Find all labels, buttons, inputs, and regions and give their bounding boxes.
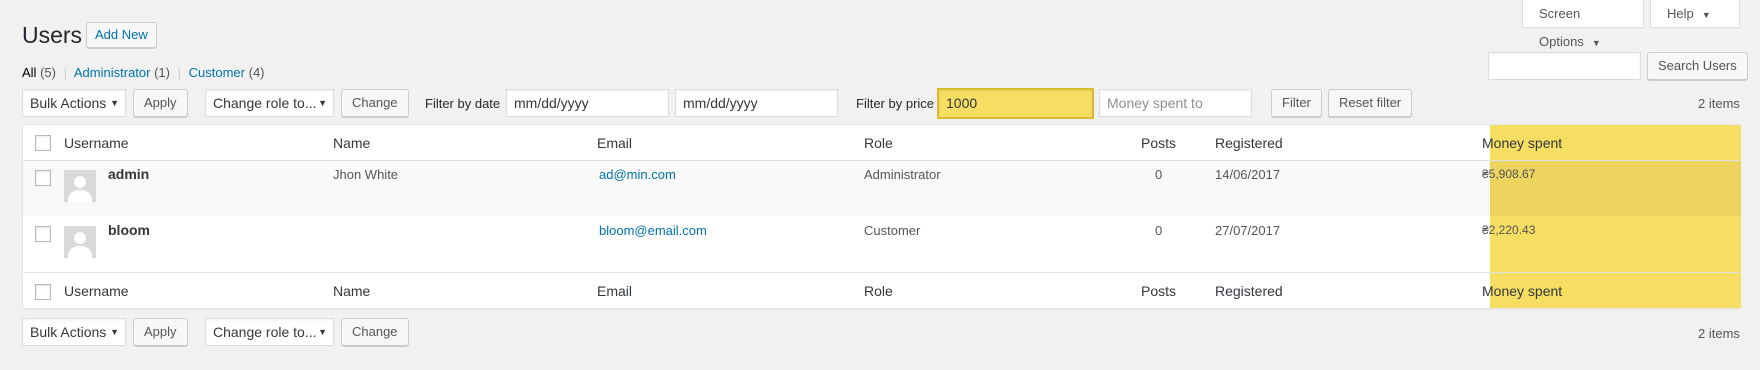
column-role: Role (864, 135, 893, 151)
screen-options-label: Screen Options (1539, 6, 1584, 49)
user-role: Administrator (864, 167, 941, 182)
separator: | (177, 65, 181, 80)
bulk-actions-value: Bulk Actions (30, 324, 107, 340)
user-money-spent: ₴5,908.67 (1482, 167, 1536, 181)
view-administrator-count: (1) (154, 65, 170, 80)
bulk-actions-select-bottom[interactable]: Bulk Actions ▼ (22, 318, 126, 346)
apply-button-bottom[interactable]: Apply (133, 318, 188, 346)
email-link[interactable]: bloom@email.com (599, 223, 707, 238)
bulk-actions-select[interactable]: Bulk Actions ▼ (22, 89, 126, 117)
users-table: Username Name Email Role Posts Registere… (22, 124, 1741, 309)
column-email-footer[interactable]: Email (597, 283, 632, 299)
user-registered: 14/06/2017 (1215, 167, 1281, 182)
price-to-input[interactable]: Money spent to (1099, 89, 1252, 117)
username-link[interactable]: bloom (108, 222, 150, 238)
column-username-footer[interactable]: Username (64, 283, 129, 299)
user-money-spent: ₴2,220.43 (1482, 223, 1536, 237)
change-role-select-bottom[interactable]: Change role to... ▼ (205, 318, 334, 346)
items-count: 2 items (1698, 96, 1740, 111)
column-username[interactable]: Username (64, 135, 129, 151)
column-money-spent: Money spent (1482, 135, 1563, 151)
email-link[interactable]: ad@min.com (599, 167, 676, 182)
footer-divider (23, 272, 1741, 273)
reset-filter-button[interactable]: Reset filter (1328, 89, 1413, 117)
caret-down-icon: ▼ (110, 327, 119, 337)
view-all-count: (5) (40, 65, 56, 80)
filter-button[interactable]: Filter (1271, 89, 1322, 117)
change-role-select[interactable]: Change role to... ▼ (205, 89, 334, 117)
column-money-spent-footer: Money spent (1482, 283, 1563, 299)
column-posts: Posts (1141, 135, 1177, 151)
column-name-footer: Name (333, 283, 371, 299)
views-list: All (5) | Administrator (1) | Customer (… (22, 65, 265, 80)
change-button[interactable]: Change (341, 89, 409, 117)
apply-button[interactable]: Apply (133, 89, 188, 117)
view-administrator[interactable]: Administrator (74, 65, 151, 80)
column-email[interactable]: Email (597, 135, 632, 151)
view-all[interactable]: All (22, 65, 36, 80)
default-avatar-icon (64, 226, 96, 258)
items-count-bottom: 2 items (1698, 326, 1740, 341)
select-all-checkbox-footer[interactable] (35, 284, 51, 300)
row-checkbox[interactable] (35, 226, 51, 242)
search-users-button[interactable]: Search Users (1647, 52, 1748, 80)
money-spent-column-highlight (1490, 125, 1741, 308)
column-name: Name (333, 135, 371, 151)
user-name: Jhon White (333, 167, 399, 182)
user-role: Customer (864, 223, 921, 238)
search-input[interactable] (1488, 52, 1641, 80)
date-from-input[interactable]: mm/dd/yyyy (506, 89, 669, 117)
column-registered: Registered (1215, 135, 1283, 151)
screen-options-button[interactable]: Screen Options ▼ (1522, 0, 1644, 49)
header-divider (23, 160, 1741, 161)
help-button[interactable]: Help ▼ (1650, 0, 1740, 28)
filter-by-date-label: Filter by date (425, 96, 501, 111)
date-to-input[interactable]: mm/dd/yyyy (675, 89, 838, 117)
user-registered: 27/07/2017 (1215, 223, 1281, 238)
default-avatar-icon (64, 170, 96, 202)
caret-down-icon: ▼ (110, 98, 119, 108)
column-role-footer: Role (864, 283, 893, 299)
change-button-bottom[interactable]: Change (341, 318, 409, 346)
caret-down-icon: ▼ (318, 98, 327, 108)
filter-by-price-label: Filter by price (856, 96, 935, 111)
change-role-value: Change role to... (213, 324, 317, 340)
separator: | (63, 65, 67, 80)
select-all-checkbox[interactable] (35, 135, 51, 151)
user-posts: 0 (1155, 223, 1163, 238)
user-posts: 0 (1155, 167, 1163, 182)
bulk-actions-value: Bulk Actions (30, 95, 107, 111)
caret-down-icon: ▼ (318, 327, 327, 337)
view-customer[interactable]: Customer (189, 65, 245, 80)
help-label: Help (1667, 6, 1694, 21)
add-new-button[interactable]: Add New (86, 22, 157, 48)
change-role-value: Change role to... (213, 95, 317, 111)
view-customer-count: (4) (248, 65, 265, 80)
row-checkbox[interactable] (35, 170, 51, 186)
caret-down-icon: ▼ (1701, 10, 1711, 20)
column-posts-footer: Posts (1141, 283, 1177, 299)
username-link[interactable]: admin (108, 166, 149, 182)
caret-down-icon: ▼ (1591, 38, 1601, 48)
page-title: Users (22, 22, 83, 48)
column-registered-footer: Registered (1215, 283, 1283, 299)
price-from-input[interactable]: 1000 (937, 88, 1094, 119)
